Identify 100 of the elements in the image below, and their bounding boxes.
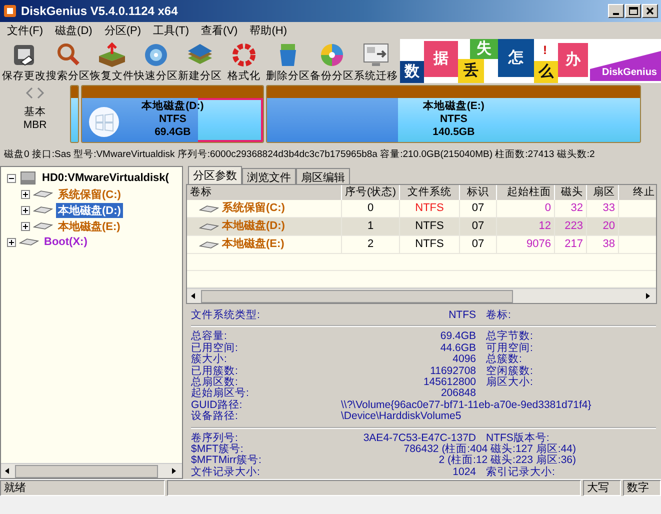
app-icon xyxy=(3,4,17,18)
partition-block[interactable]: 本地磁盘(D:) NTFS 69.4GB xyxy=(81,85,264,143)
disk-type-label: 基本 xyxy=(24,105,46,119)
monitor-icon xyxy=(362,42,390,68)
column-header[interactable]: 起始柱面 xyxy=(497,185,555,200)
drive-icon xyxy=(33,222,53,230)
disk-type-label: MBR xyxy=(23,119,47,131)
drive-icon xyxy=(33,206,53,214)
table-cell: NTFS xyxy=(400,200,460,217)
table-cell: 0 xyxy=(497,200,555,217)
partition-block[interactable] xyxy=(70,85,79,143)
partition-size: 140.5GB xyxy=(432,126,475,139)
toolbar-button[interactable]: 新建分区 xyxy=(178,39,222,83)
toolbar-button[interactable]: 恢复文件 xyxy=(90,39,134,83)
column-header[interactable]: 扇区 xyxy=(587,185,619,200)
field-label: 起始扇区号: xyxy=(191,388,250,400)
banner-character: 办 xyxy=(558,43,588,77)
horizontal-scrollbar[interactable] xyxy=(187,288,656,303)
minimize-button[interactable] xyxy=(608,4,624,18)
tab[interactable]: 分区参数 xyxy=(188,166,242,184)
table-cell-text: 本地磁盘(E:) xyxy=(222,236,284,252)
field-label: 扇区大小: xyxy=(486,377,534,388)
column-header[interactable]: 标识 xyxy=(460,185,497,200)
table-cell: 9076 xyxy=(497,236,555,253)
field-value: 1024 xyxy=(452,466,476,478)
table-cell: 33 xyxy=(587,200,619,217)
tab[interactable]: 浏览文件 xyxy=(242,168,296,184)
tree-item[interactable]: 本地磁盘(E:) xyxy=(56,218,122,234)
field-label: 文件记录大小: xyxy=(191,466,261,478)
field-label: 簇大小: xyxy=(191,354,228,366)
windows-logo-icon xyxy=(88,106,120,138)
toolbar-button[interactable]: 快速分区 xyxy=(134,39,178,83)
tree-item[interactable]: HD0:VMwareVirtualdisk( xyxy=(40,172,171,184)
close-icon xyxy=(646,7,654,15)
banner-character: 怎 xyxy=(498,39,534,77)
table-cell: NTFS xyxy=(400,218,460,235)
column-header[interactable]: 终止 xyxy=(619,185,656,200)
table-row[interactable]: 本地磁盘(E:) 2 NTFS 07 9076 217 38 xyxy=(187,236,656,254)
partition-name: 本地磁盘(E:) xyxy=(422,100,484,113)
field-label: 可用空间: xyxy=(486,342,534,354)
banner-character: 么 xyxy=(534,61,558,83)
menu-item[interactable]: 帮助(H) xyxy=(244,23,292,38)
banner-exclamation: ! xyxy=(543,43,547,57)
menu-item[interactable]: 磁盘(D) xyxy=(50,23,98,38)
window-title: DiskGenius V5.4.0.1124 x64 xyxy=(21,4,179,18)
toolbar-button[interactable]: 搜索分区 xyxy=(46,39,90,83)
maximize-button[interactable] xyxy=(625,4,641,18)
menu-item[interactable]: 文件(F) xyxy=(2,23,48,38)
field-label: 设备路径: xyxy=(191,411,239,423)
menu-item[interactable]: 分区(P) xyxy=(99,23,146,38)
table-cell: 0 xyxy=(342,200,400,217)
field-value: 11692708 xyxy=(429,366,476,378)
tree-item[interactable]: 系统保留(C:) xyxy=(56,186,123,202)
box-icon xyxy=(97,42,127,68)
column-header[interactable]: 文件系统 xyxy=(400,185,460,200)
tree-item[interactable]: Boot(X:) xyxy=(42,236,90,248)
expand-icon[interactable] xyxy=(21,206,30,214)
expand-icon[interactable] xyxy=(21,190,30,198)
close-button[interactable] xyxy=(642,4,658,18)
table-cell: 223 xyxy=(555,218,587,235)
toolbar-button[interactable]: 系统迁移 xyxy=(354,39,398,83)
table-row[interactable]: 本地磁盘(D:) 1 NTFS 07 12 223 20 xyxy=(187,218,656,236)
pie-icon xyxy=(319,42,345,68)
field-value: NTFS xyxy=(448,310,476,322)
expand-icon[interactable] xyxy=(21,222,30,230)
table-cell: 32 xyxy=(555,200,587,217)
toolbar-button[interactable]: 保存更改 xyxy=(2,39,46,83)
drive-icon xyxy=(199,240,219,248)
field-label: $MFT簇号: xyxy=(191,444,244,456)
column-header[interactable]: 磁头 xyxy=(555,185,587,200)
toolbar-button[interactable]: 备份分区 xyxy=(310,39,354,83)
partition-block[interactable]: 本地磁盘(E:) NTFS 140.5GB xyxy=(266,85,641,143)
drive-icon xyxy=(33,190,53,198)
disc-icon xyxy=(143,42,169,68)
status-indicator: 数字 xyxy=(623,480,661,496)
toolbar-button[interactable]: 格式化 xyxy=(222,39,266,83)
field-label: 总字节数: xyxy=(486,331,534,342)
menu-item[interactable]: 工具(T) xyxy=(148,23,194,38)
field-label: 总扇区数: xyxy=(191,377,238,388)
toolbar-button[interactable]: 删除分区 xyxy=(266,39,310,83)
tree-item[interactable]: 本地磁盘(D:) xyxy=(56,202,123,218)
column-header[interactable]: 序号(状态) xyxy=(342,185,400,200)
partition-name: 本地磁盘(D:) xyxy=(142,100,204,113)
field-label: 卷序列号: xyxy=(191,432,238,444)
field-value: 44.6GB xyxy=(439,342,476,354)
column-header[interactable]: 卷标 xyxy=(187,185,342,200)
horizontal-scrollbar[interactable] xyxy=(1,463,182,478)
field-label: GUID路径: xyxy=(191,400,244,411)
banner-character: 丢 xyxy=(458,59,484,83)
field-label: 总簇数: xyxy=(486,354,523,366)
menu-item[interactable]: 查看(V) xyxy=(196,23,243,38)
field-value: 206848 xyxy=(440,388,476,400)
search-icon xyxy=(55,42,81,68)
table-cell-text: 系统保留(C:) xyxy=(222,200,285,216)
expand-icon[interactable] xyxy=(7,238,16,246)
banner-character: 据 xyxy=(424,41,458,77)
partition-filesystem: NTFS xyxy=(440,113,468,126)
field-value: 145612800 xyxy=(422,377,476,388)
collapse-icon[interactable] xyxy=(7,174,16,182)
tab[interactable]: 扇区编辑 xyxy=(296,168,350,184)
